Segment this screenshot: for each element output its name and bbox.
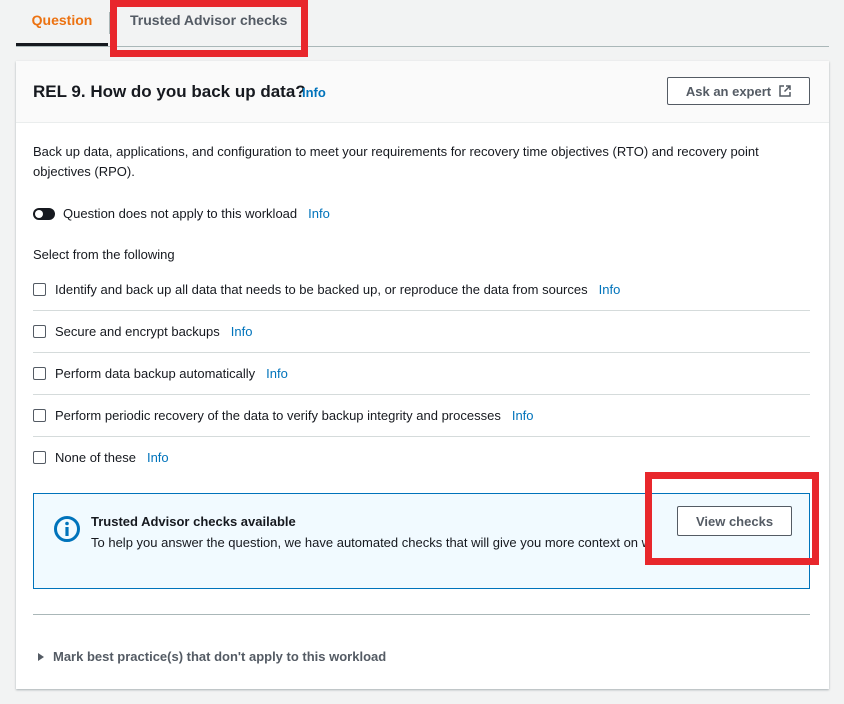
question-title: REL 9. How do you back up data? <box>33 82 306 101</box>
caret-right-icon <box>38 652 44 661</box>
info-circle-icon <box>54 516 80 542</box>
choice-item: Perform periodic recovery of the data to… <box>33 395 810 437</box>
view-checks-button[interactable]: View checks <box>677 506 792 536</box>
choice-checkbox[interactable] <box>33 367 46 380</box>
toggle-label: Question does not apply to this workload <box>63 206 298 221</box>
mark-not-applicable-expander[interactable]: Mark best practice(s) that don't apply t… <box>38 649 386 664</box>
question-description: Back up data, applications, and configur… <box>33 144 759 179</box>
choice-checkbox[interactable] <box>33 325 46 338</box>
choice-info-link[interactable]: Info <box>231 324 253 339</box>
choice-label[interactable]: Perform data backup automatically <box>55 366 255 381</box>
section-divider <box>33 614 810 615</box>
card-header: REL 9. How do you back up data? Info Ask… <box>16 61 829 123</box>
choice-label[interactable]: None of these <box>55 450 136 465</box>
question-card: REL 9. How do you back up data? Info Ask… <box>16 61 829 689</box>
choice-info-link[interactable]: Info <box>266 366 288 381</box>
choice-checkbox[interactable] <box>33 409 46 422</box>
tab-question[interactable]: Question <box>16 0 108 46</box>
choice-item: Identify and back up all data that needs… <box>33 269 810 311</box>
toggle-info-link[interactable]: Info <box>308 206 330 221</box>
choice-label[interactable]: Secure and encrypt backups <box>55 324 220 339</box>
tab-bar: Question Trusted Advisor checks <box>16 0 829 47</box>
choice-label[interactable]: Identify and back up all data that needs… <box>55 282 588 297</box>
select-label: Select from the following <box>33 247 175 262</box>
trusted-advisor-alert: Trusted Advisor checks available To help… <box>33 493 810 589</box>
not-applicable-toggle[interactable] <box>33 207 55 220</box>
alert-text: To help you answer the question, we have… <box>91 535 651 550</box>
choice-checkbox[interactable] <box>33 451 46 464</box>
title-info-link[interactable]: Info <box>302 85 326 100</box>
choice-list: Identify and back up all data that needs… <box>33 269 810 478</box>
ask-expert-button[interactable]: Ask an expert <box>667 77 810 105</box>
tab-trusted-advisor-checks[interactable]: Trusted Advisor checks <box>112 0 302 46</box>
choice-item: Secure and encrypt backups Info <box>33 311 810 353</box>
choice-item: Perform data backup automatically Info <box>33 353 810 395</box>
not-applicable-toggle-row: Question does not apply to this workload… <box>33 206 330 221</box>
choice-checkbox[interactable] <box>33 283 46 296</box>
choice-info-link[interactable]: Info <box>599 282 621 297</box>
choice-info-link[interactable]: Info <box>147 450 169 465</box>
choice-info-link[interactable]: Info <box>512 408 534 423</box>
alert-title: Trusted Advisor checks available <box>91 514 296 529</box>
external-link-icon <box>779 85 791 97</box>
tab-divider <box>109 12 110 34</box>
expander-label: Mark best practice(s) that don't apply t… <box>53 649 387 664</box>
choice-label[interactable]: Perform periodic recovery of the data to… <box>55 408 501 423</box>
ask-expert-label: Ask an expert <box>685 83 772 99</box>
choice-item: None of these Info <box>33 437 810 478</box>
